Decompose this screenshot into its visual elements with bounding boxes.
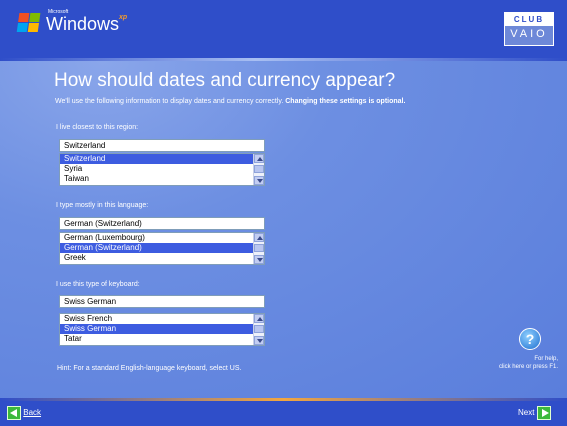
back-button[interactable]: Back <box>7 406 41 420</box>
intro-plain: We'll use the following information to d… <box>55 98 286 105</box>
back-label: Back <box>23 408 42 418</box>
help-line-1: For help, <box>534 356 558 362</box>
club-label: CLUB <box>505 13 553 26</box>
help-line-2: click here or press F1. <box>498 364 558 370</box>
scroll-down-icon[interactable] <box>254 255 264 264</box>
help-text[interactable]: For help, click here or press F1. <box>470 355 558 371</box>
back-arrow-icon <box>7 406 21 420</box>
microsoft-label: Microsoft <box>48 9 69 15</box>
language-label: I type mostly in this language: <box>56 202 149 209</box>
scroll-down-icon[interactable] <box>254 176 264 185</box>
list-option[interactable]: Greek <box>60 253 264 263</box>
keyboard-scroll-thumb[interactable] <box>254 325 264 333</box>
region-scrollbar[interactable] <box>253 154 264 185</box>
windows-label: Windows <box>46 14 120 34</box>
header-bar: Microsoft Windowsxp CLUB VAIO <box>0 0 567 58</box>
list-option[interactable]: Tatar <box>60 334 264 344</box>
language-value-field[interactable]: German (Switzerland) <box>59 217 265 230</box>
club-vaio-logo: CLUB VAIO <box>504 12 554 46</box>
keyboard-scrollbar[interactable] <box>253 314 264 345</box>
next-button[interactable]: Next <box>518 406 551 420</box>
language-scrollbar[interactable] <box>253 233 264 264</box>
xp-label: xp <box>119 14 128 21</box>
footer-bar <box>0 401 567 426</box>
language-scroll-thumb[interactable] <box>254 244 264 252</box>
keyboard-listbox[interactable]: Swiss French Swiss German Tatar <box>59 313 265 346</box>
keyboard-label: I use this type of keyboard: <box>56 281 140 288</box>
list-option[interactable]: German (Luxembourg) <box>60 233 264 243</box>
region-listbox[interactable]: Switzerland Syria Taiwan <box>59 153 265 186</box>
next-label: Next <box>518 408 535 418</box>
oobe-window: Microsoft Windowsxp CLUB VAIO How should… <box>0 0 567 426</box>
list-option[interactable]: Taiwan <box>60 174 264 184</box>
windows-flag-icon <box>16 13 42 33</box>
region-value-field[interactable]: Switzerland <box>59 139 265 152</box>
scroll-up-icon[interactable] <box>254 154 264 163</box>
intro-text: We'll use the following information to d… <box>55 98 405 105</box>
language-listbox[interactable]: German (Luxembourg) German (Switzerland) G… <box>59 232 265 265</box>
region-scroll-thumb[interactable] <box>254 165 264 173</box>
keyboard-value-field[interactable]: Swiss German <box>59 295 265 308</box>
list-option[interactable]: Switzerland <box>60 154 264 164</box>
windows-xp-logo: Microsoft Windowsxp <box>46 9 128 35</box>
scroll-up-icon[interactable] <box>254 314 264 323</box>
region-label: I live closest to this region: <box>56 124 139 131</box>
list-option[interactable]: Syria <box>60 164 264 174</box>
scroll-down-icon[interactable] <box>254 336 264 345</box>
intro-bold: Changing these settings is optional. <box>285 98 406 105</box>
list-option[interactable]: German (Switzerland) <box>60 243 264 253</box>
scroll-up-icon[interactable] <box>254 233 264 242</box>
next-arrow-icon <box>536 406 551 420</box>
list-option[interactable]: Swiss French <box>60 314 264 324</box>
help-question-icon[interactable]: ? <box>519 328 541 350</box>
list-option[interactable]: Swiss German <box>60 324 264 334</box>
vaio-label: VAIO <box>510 28 548 40</box>
keyboard-hint: Hint: For a standard English-language ke… <box>57 365 242 372</box>
page-title: How should dates and currency appear? <box>54 70 396 91</box>
